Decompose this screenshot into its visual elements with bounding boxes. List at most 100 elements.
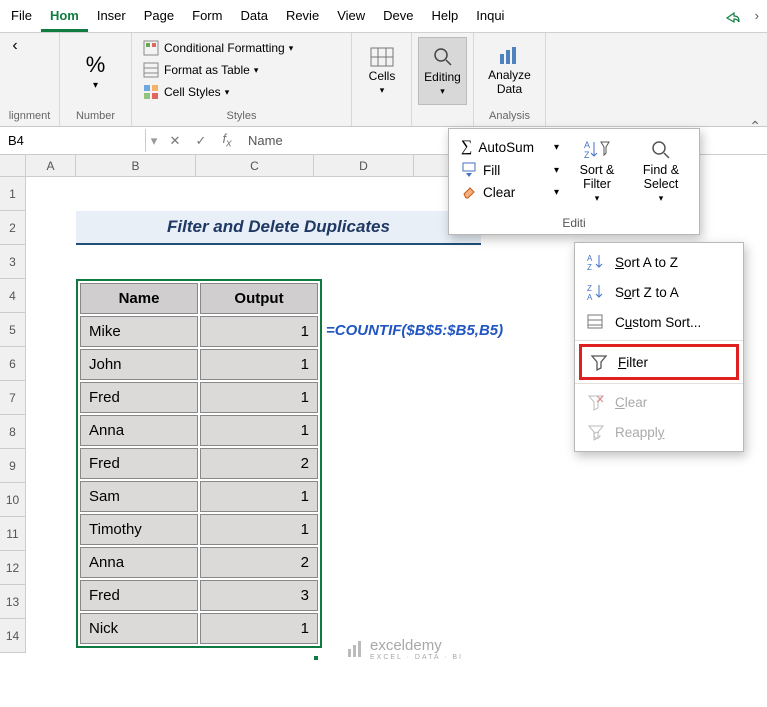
- group-editing: Editing▾: [412, 33, 474, 126]
- format-as-table-button[interactable]: Format as Table▾: [138, 59, 345, 81]
- row-header-3[interactable]: 3: [0, 245, 26, 279]
- cond-label: Conditional Formatting: [164, 41, 285, 55]
- row-header-9[interactable]: 9: [0, 449, 26, 483]
- sort-az-icon: AZ: [587, 253, 605, 271]
- row-header-12[interactable]: 12: [0, 551, 26, 585]
- tab-page[interactable]: Page: [135, 4, 183, 32]
- table-row[interactable]: Fred1: [80, 382, 318, 413]
- tab-help[interactable]: Help: [423, 4, 468, 32]
- tab-view[interactable]: View: [328, 4, 374, 32]
- analyze-data-button[interactable]: Analyze Data: [480, 37, 539, 105]
- table-row[interactable]: Anna2: [80, 547, 318, 578]
- table-row[interactable]: Sam1: [80, 481, 318, 512]
- row-header-2[interactable]: 2: [0, 211, 26, 245]
- table-row[interactable]: Fred2: [80, 448, 318, 479]
- ribbon-collapse-button[interactable]: ⌃: [749, 118, 761, 135]
- tab-inquire[interactable]: Inqui: [467, 4, 513, 32]
- cellstyle-label: Cell Styles: [164, 85, 221, 99]
- logo-text: exceldemy: [370, 637, 463, 654]
- sort-za-item[interactable]: ZA Sort Z to A: [575, 277, 743, 307]
- menu-separator: [575, 340, 743, 341]
- reapply-label: Reapply: [615, 425, 665, 440]
- enter-formula-button[interactable]: ✓: [188, 133, 214, 149]
- ribbon-overflow-button[interactable]: ›: [749, 4, 765, 32]
- analyze-icon: [498, 46, 522, 66]
- svg-text:A: A: [587, 293, 593, 301]
- name-box-dropdown[interactable]: ▾: [146, 133, 162, 149]
- sort-az-label: Sort A to Z: [615, 255, 678, 270]
- cancel-formula-button[interactable]: ✕: [162, 133, 188, 149]
- row-header-14[interactable]: 14: [0, 619, 26, 653]
- sort-filter-button[interactable]: AZ Sort & Filter▾: [567, 135, 627, 208]
- row-header-13[interactable]: 13: [0, 585, 26, 619]
- name-box[interactable]: B4: [0, 129, 146, 152]
- table-row[interactable]: Timothy1: [80, 514, 318, 545]
- sort-az-item[interactable]: AZ Sort A to Z: [575, 247, 743, 277]
- cell-styles-icon: [142, 83, 160, 101]
- conditional-formatting-button[interactable]: Conditional Formatting▾: [138, 37, 345, 59]
- custom-sort-label: Custom Sort...: [615, 315, 701, 330]
- col-header-B[interactable]: B: [76, 155, 196, 177]
- editing-label: Editing: [424, 70, 461, 84]
- filter-icon: [590, 353, 608, 371]
- ribbon-body: ‹ lignment %▾ Number Conditional Formatt…: [0, 33, 767, 127]
- col-header-C[interactable]: C: [196, 155, 314, 177]
- number-format-button[interactable]: %▾: [66, 37, 125, 105]
- tab-data[interactable]: Data: [231, 4, 276, 32]
- sort-filter-menu: AZ Sort A to Z ZA Sort Z to A Custom Sor…: [574, 242, 744, 452]
- fx-button[interactable]: fx: [214, 131, 240, 150]
- tab-review[interactable]: Revie: [277, 4, 328, 32]
- formula-ghost: =COUNTIF($B$5:$B5,B5): [326, 322, 503, 339]
- group-alignment: ‹ lignment: [0, 33, 60, 126]
- custom-sort-item[interactable]: Custom Sort...: [575, 307, 743, 337]
- row-header-1[interactable]: 1: [0, 177, 26, 211]
- clear-button[interactable]: Clear ▾: [457, 181, 563, 203]
- row-header-4[interactable]: 4: [0, 279, 26, 313]
- row-header-6[interactable]: 6: [0, 347, 26, 381]
- tab-insert[interactable]: Inser: [88, 4, 135, 32]
- row-header-11[interactable]: 11: [0, 517, 26, 551]
- row-header-8[interactable]: 8: [0, 415, 26, 449]
- autosum-button[interactable]: ∑ AutoSum ▾: [457, 135, 563, 159]
- eraser-icon: [461, 184, 477, 200]
- selection-handle[interactable]: [312, 654, 320, 662]
- row-header-10[interactable]: 10: [0, 483, 26, 517]
- row-header-5[interactable]: 5: [0, 313, 26, 347]
- edit-panel-group-label: Editi: [449, 214, 699, 234]
- watermark-logo: exceldemyEXCEL · DATA · BI: [346, 637, 463, 661]
- col-header-D[interactable]: D: [314, 155, 414, 177]
- row-header-7[interactable]: 7: [0, 381, 26, 415]
- fill-button[interactable]: Fill ▾: [457, 159, 563, 181]
- select-all-corner[interactable]: [0, 155, 26, 177]
- find-select-button[interactable]: Find & Select▾: [631, 135, 691, 208]
- filter-item[interactable]: Filter: [590, 350, 728, 374]
- table-row[interactable]: John1: [80, 349, 318, 380]
- tab-formulas[interactable]: Form: [183, 4, 231, 32]
- sigma-icon: ∑: [461, 138, 472, 156]
- group-number: %▾ Number: [60, 33, 132, 126]
- header-output[interactable]: Output: [200, 283, 318, 314]
- col-header-A[interactable]: A: [26, 155, 76, 177]
- share-button[interactable]: [717, 4, 749, 32]
- cell-styles-button[interactable]: Cell Styles▾: [138, 81, 345, 103]
- tab-developer[interactable]: Deve: [374, 4, 422, 32]
- custom-sort-icon: [587, 313, 605, 331]
- sort-filter-icon: AZ: [584, 139, 610, 161]
- sort-za-label: Sort Z to A: [615, 285, 679, 300]
- group-styles: Conditional Formatting▾ Format as Table▾…: [132, 33, 352, 126]
- conditional-formatting-icon: [142, 39, 160, 57]
- table-row[interactable]: Mike1: [80, 316, 318, 347]
- table-row[interactable]: Fred3: [80, 580, 318, 611]
- svg-text:Z: Z: [587, 284, 592, 293]
- tab-file[interactable]: File: [2, 4, 41, 32]
- group-label-analysis: Analysis: [480, 110, 539, 124]
- autosum-label: AutoSum: [478, 140, 534, 155]
- tab-home[interactable]: Hom: [41, 4, 88, 32]
- table-row[interactable]: Nick1: [80, 613, 318, 644]
- logo-sub: EXCEL · DATA · BI: [370, 654, 463, 661]
- editing-button[interactable]: Editing▾: [418, 37, 467, 105]
- table-row[interactable]: Anna1: [80, 415, 318, 446]
- header-name[interactable]: Name: [80, 283, 198, 314]
- sort-za-icon: ZA: [587, 283, 605, 301]
- cells-button[interactable]: Cells▾: [358, 37, 406, 105]
